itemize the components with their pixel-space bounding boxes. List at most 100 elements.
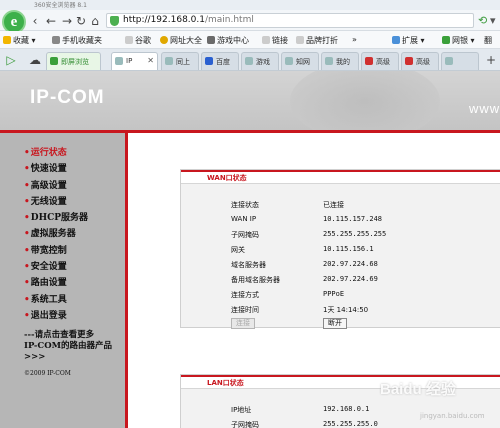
tab-sidebar-icon[interactable]: ▷	[4, 53, 18, 67]
wan-status-panel: WAN口状态 连接状态 已连接 WAN IP 10.115.157.248 子网…	[180, 169, 500, 329]
connection-type-label: 连接方式	[231, 291, 259, 299]
sidebar-item-advanced[interactable]: •高级设置	[24, 178, 88, 194]
tab-item[interactable]: 知网	[281, 52, 319, 70]
status-value: 已连接	[323, 201, 344, 209]
gateway-label: 网关	[231, 246, 245, 254]
tab-item[interactable]: 高级	[401, 52, 439, 70]
bookmark-label: 品牌打折	[306, 36, 338, 45]
reload-icon[interactable]: ⟲	[478, 14, 487, 27]
home-icon[interactable]: ⌂	[88, 14, 102, 28]
address-toolbar: e ‹ ← → ↻ ⌂ http://192.168.0.1/main.html…	[0, 10, 500, 34]
close-tab-icon[interactable]: ✕	[147, 56, 154, 65]
favicon-icon	[445, 57, 453, 65]
favicon-icon	[115, 57, 123, 65]
cloud-icon[interactable]: ☁	[28, 53, 42, 67]
favicon-icon	[365, 57, 373, 65]
favicon-icon	[325, 57, 333, 65]
gateway-value: 10.115.156.1	[323, 245, 374, 253]
bookmark-label: 翻	[484, 36, 492, 45]
sidebar-item-dhcp[interactable]: •DHCP服务器	[24, 210, 88, 226]
sidebar-item-routing[interactable]: •路由设置	[24, 275, 88, 291]
sidebar-item-quick-setup[interactable]: •快速设置	[24, 161, 88, 177]
promo-line: >>>	[24, 352, 46, 362]
bookmark-directory[interactable]: 网址大全	[160, 35, 202, 46]
promo-line: ---请点击查看更多	[24, 330, 95, 340]
subnet-mask-value: 255.255.255.255	[323, 230, 387, 238]
lan-ip-value: 192.168.0.1	[323, 405, 370, 413]
refresh-icon[interactable]: ↻	[74, 14, 88, 28]
tab-item[interactable]	[441, 52, 479, 70]
product-promo-link[interactable]: ---请点击查看更多 IP-COM的路由器产品 >>>	[24, 330, 112, 363]
router-website-text: www.	[468, 101, 500, 116]
backup-dns-label: 备用域名服务器	[231, 276, 280, 284]
tab-label: IP	[126, 57, 133, 65]
shield-icon	[110, 16, 119, 26]
wan-status-body: 连接状态 已连接 WAN IP 10.115.157.248 子网掩码 255.…	[181, 183, 500, 329]
tab-item[interactable]: 同上	[161, 52, 199, 70]
bookmark-links[interactable]: 链接	[262, 35, 288, 46]
favicon-icon	[405, 57, 413, 65]
sidebar-item-security[interactable]: •安全设置	[24, 259, 88, 275]
dropdown-icon[interactable]: ▾	[490, 14, 496, 27]
panel-header: WAN口状态	[181, 170, 500, 183]
page-icon	[125, 36, 133, 44]
sidebar-item-wireless[interactable]: •无线设置	[24, 194, 88, 210]
favicon-icon	[205, 57, 213, 65]
router-logo: IP-COM	[30, 87, 105, 108]
tab-item-active[interactable]: IP ✕	[111, 52, 158, 70]
forward-icon[interactable]: →	[60, 14, 74, 28]
browser-title-bar: 360安全浏览器 8.1	[0, 0, 500, 10]
puzzle-icon	[392, 36, 400, 44]
bookmark-label: 谷歌	[135, 36, 151, 45]
status-label: 连接状态	[231, 201, 259, 209]
router-sidebar: •运行状态 •快速设置 •高级设置 •无线设置 •DHCP服务器 •虚拟服务器 …	[0, 133, 128, 428]
bookmark-label: 游戏中心	[217, 36, 249, 45]
disconnect-button[interactable]: 断开	[323, 318, 347, 329]
bookmark-games[interactable]: 游戏中心	[207, 35, 249, 46]
translate-button[interactable]: 翻	[484, 35, 492, 46]
sidebar-item-label: 虚拟服务器	[30, 229, 76, 240]
url-path: /main.html	[204, 15, 254, 25]
netbank-button[interactable]: 网银 ▾	[442, 35, 475, 46]
tab-item[interactable]: 游戏	[241, 52, 279, 70]
tab-item[interactable]: 我的	[321, 52, 359, 70]
address-bar[interactable]: http://192.168.0.1/main.html	[106, 13, 474, 28]
back-icon[interactable]: ←	[44, 14, 58, 28]
tab-label: 同上	[176, 58, 190, 66]
wan-ip-label: WAN IP	[231, 215, 257, 223]
extensions-button[interactable]: 扩展 ▾	[392, 35, 425, 46]
sidebar-item-label: 退出登录	[30, 310, 67, 321]
sidebar-item-run-status[interactable]: •运行状态	[24, 145, 88, 161]
url-host: http://192.168.0.1	[123, 15, 205, 25]
connect-button[interactable]: 连接	[231, 318, 255, 329]
lan-mask-label: 子网掩码	[231, 421, 259, 428]
sidebar-item-logout[interactable]: •退出登录	[24, 308, 88, 324]
sidebar-item-virtual-server[interactable]: •虚拟服务器	[24, 226, 88, 242]
tab-item[interactable]: 即屏浏览	[46, 52, 101, 70]
sidebar-item-bandwidth[interactable]: •带宽控制	[24, 243, 88, 259]
tab-label: 高级	[376, 58, 390, 66]
tab-item[interactable]: 百度	[201, 52, 239, 70]
sidebar-menu: •运行状态 •快速设置 •高级设置 •无线设置 •DHCP服务器 •虚拟服务器 …	[24, 145, 88, 324]
tab-label: 百度	[216, 58, 230, 66]
sidebar-item-system-tools[interactable]: •系统工具	[24, 292, 88, 308]
globe-graphic	[290, 71, 440, 130]
bookmark-google[interactable]: 谷歌	[125, 35, 151, 46]
bookmark-mobile[interactable]: 手机收藏夹	[52, 35, 102, 46]
bookmark-brand[interactable]: 品牌打折	[296, 35, 338, 46]
sidebar-item-label: 系统工具	[30, 294, 67, 305]
tab-item[interactable]: 高级	[361, 52, 399, 70]
bookmark-label: 链接	[272, 36, 288, 45]
bookmark-favorites[interactable]: 收藏 ▾	[3, 35, 36, 46]
menu-icon[interactable]: ‹	[28, 14, 42, 28]
bookmarks-overflow[interactable]: »	[352, 35, 357, 44]
new-tab-icon[interactable]: +	[484, 53, 498, 67]
router-header: IP-COM www.	[0, 71, 500, 130]
bookmark-label: 扩展	[402, 36, 418, 45]
url-text[interactable]: http://192.168.0.1/main.html	[123, 15, 254, 25]
phone-icon	[52, 36, 60, 44]
tab-label: 高级	[416, 58, 430, 66]
star-icon	[3, 36, 11, 44]
tab-label: 游戏	[256, 58, 270, 66]
bookmark-label: 网址大全	[170, 36, 202, 45]
